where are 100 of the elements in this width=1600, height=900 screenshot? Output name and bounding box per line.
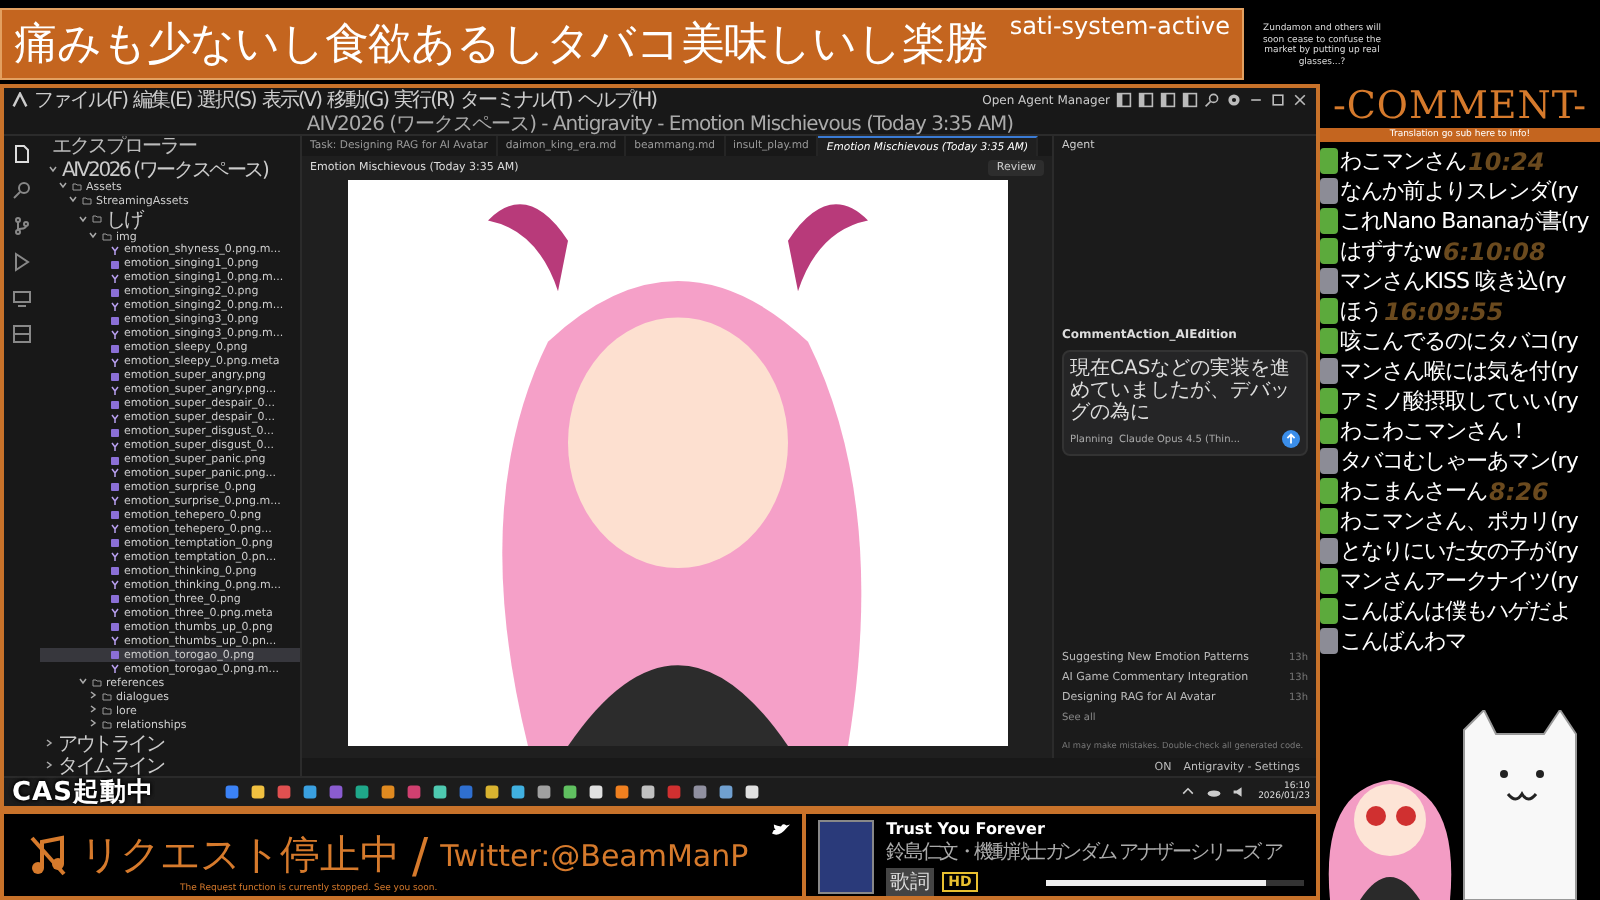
comment-text: わこマンさん: [1340, 146, 1466, 176]
avatar-placeholder: [1320, 148, 1338, 174]
layout-icon[interactable]: [1160, 92, 1176, 108]
avatar-placeholder: [1320, 448, 1338, 474]
comment-text: となりにいた女の子が(ry: [1340, 536, 1578, 566]
avatar-placeholder: [1320, 208, 1338, 234]
comment-text: これNano Bananaが書(ry: [1340, 206, 1589, 236]
image-file-icon: [110, 371, 120, 382]
files-icon[interactable]: [12, 144, 32, 164]
image-file-icon: [110, 538, 120, 549]
menu-item[interactable]: ファイル(F): [34, 88, 128, 114]
layout-icon[interactable]: [1138, 92, 1154, 108]
image-file-icon: [110, 594, 120, 605]
monitor-icon[interactable]: [12, 288, 32, 308]
window-title: AIV2026 (ワークスペース) - Antigravity - Emotion Mischievous (Today 3:35 AM): [306, 111, 1014, 137]
meta-file-icon: [110, 636, 120, 647]
image-file-icon: [110, 427, 120, 438]
avatar-placeholder: [1320, 328, 1338, 354]
search-icon[interactable]: [12, 180, 32, 200]
comment-text: こんばんは僕もハゲだよ: [1340, 596, 1571, 626]
avatar-placeholder: [1320, 418, 1338, 444]
app-logo-icon: [12, 92, 28, 108]
comment-text: タバコむしゃーあマン(ry: [1340, 446, 1578, 476]
menu-item[interactable]: 選択(S): [197, 88, 256, 114]
menu-item[interactable]: ターミナル(T): [459, 88, 572, 114]
image-file-icon: [110, 566, 120, 577]
comment-time: 6:10:08: [1443, 237, 1546, 265]
maximize-icon[interactable]: [1270, 92, 1286, 108]
layout-icon[interactable]: [1116, 92, 1132, 108]
meta-file-icon: [110, 552, 120, 563]
image-file-icon: [110, 343, 120, 354]
image-file-icon: [110, 315, 120, 326]
separator-slash: /: [412, 827, 429, 883]
grid-icon[interactable]: [12, 324, 32, 344]
lyrics-tag: 歌詞: [886, 868, 935, 896]
comment-text: わこマンさん、ポカリ(ry: [1340, 506, 1578, 536]
muted-music-icon: [28, 833, 68, 877]
avatar-placeholder: [1320, 478, 1338, 504]
cloud-icon[interactable]: [1206, 784, 1223, 800]
folder-item[interactable]: AIV2026 (ワークスペース): [62, 155, 268, 183]
avatar-placeholder: [1320, 538, 1338, 564]
comment-text: マンさんKISS 咳き込(ry: [1340, 266, 1566, 296]
menu-item[interactable]: 実行(R): [394, 88, 454, 114]
tray-icon[interactable]: [1180, 784, 1197, 800]
comment-text: マンさんアークナイツ(ry: [1340, 566, 1578, 596]
meta-file-icon: [110, 385, 120, 396]
comment-text: ほう: [1340, 296, 1382, 326]
meta-file-icon: [110, 301, 120, 312]
comment-time: 16:09:55: [1384, 297, 1504, 325]
image-file-icon: [110, 287, 120, 298]
menu-item[interactable]: ヘルプ(H): [577, 88, 657, 114]
meta-file-icon: [110, 441, 120, 452]
meta-file-icon: [110, 580, 120, 591]
comment-time: 10:24: [1468, 147, 1545, 175]
send-icon[interactable]: [1282, 430, 1300, 448]
avatar-placeholder: [1320, 508, 1338, 534]
meta-file-icon: [110, 329, 120, 340]
image-file-icon: [110, 455, 120, 466]
comment-text: 咳こんでるのにタバコ(ry: [1340, 326, 1578, 356]
status-label: sati-system-active: [1009, 12, 1230, 40]
search-icon[interactable]: [1204, 92, 1220, 108]
comment-text: わこまんさーん: [1340, 476, 1487, 506]
comment-text: なんか前よりスレンダ(ry: [1340, 176, 1578, 206]
menu-item[interactable]: 移動(G): [327, 88, 389, 114]
image-file-icon: [110, 399, 120, 410]
image-file-icon: [110, 510, 120, 521]
avatar-placeholder: [1320, 268, 1338, 294]
stream-title: 痛みも少ないし食欲あるしタバコ美味しいし楽勝: [14, 18, 988, 74]
meta-file-icon: [110, 608, 120, 619]
bird-icon: [772, 822, 791, 838]
meta-file-icon: [110, 496, 120, 507]
layout-icon[interactable]: [1182, 92, 1198, 108]
folder-item[interactable]: しげ: [106, 205, 142, 233]
avatar-placeholder: [1320, 298, 1338, 324]
song-title: Trust You Forever: [886, 820, 1047, 840]
menu-item[interactable]: 編集(E): [133, 88, 192, 114]
comment-text: マンさん喉には気を付(ry: [1340, 356, 1578, 386]
menu-item[interactable]: 表示(V): [261, 88, 321, 114]
image-file-icon: [110, 482, 120, 493]
meta-file-icon: [110, 273, 120, 284]
image-file-icon: [110, 650, 120, 661]
avatar-placeholder: [1320, 598, 1338, 624]
avatar-placeholder: [1320, 388, 1338, 414]
meta-file-icon: [110, 524, 120, 535]
meta-file-icon: [110, 468, 120, 479]
comment-text: こんばんわマ: [1340, 626, 1466, 656]
comment-text: アミノ酸摂取していい(ry: [1340, 386, 1578, 416]
prompt-text: 現在CASなどの実装を進めていましたが、デバッグの為に: [1070, 358, 1293, 424]
comment-text: わこわこマンさん！: [1340, 416, 1529, 446]
meta-file-icon: [110, 413, 120, 424]
gear-icon[interactable]: [1226, 92, 1242, 108]
avatar-placeholder: [1320, 568, 1338, 594]
twitter-handle: Twitter:@BeamManP: [440, 837, 749, 873]
branch-icon[interactable]: [12, 216, 32, 236]
avatar-placeholder: [1320, 178, 1338, 204]
close-icon[interactable]: [1292, 92, 1308, 108]
meta-file-icon: [110, 664, 120, 675]
image-file-icon: [110, 259, 120, 270]
avatar-placeholder: [1320, 628, 1338, 654]
album-cover-placeholder: [818, 820, 875, 894]
